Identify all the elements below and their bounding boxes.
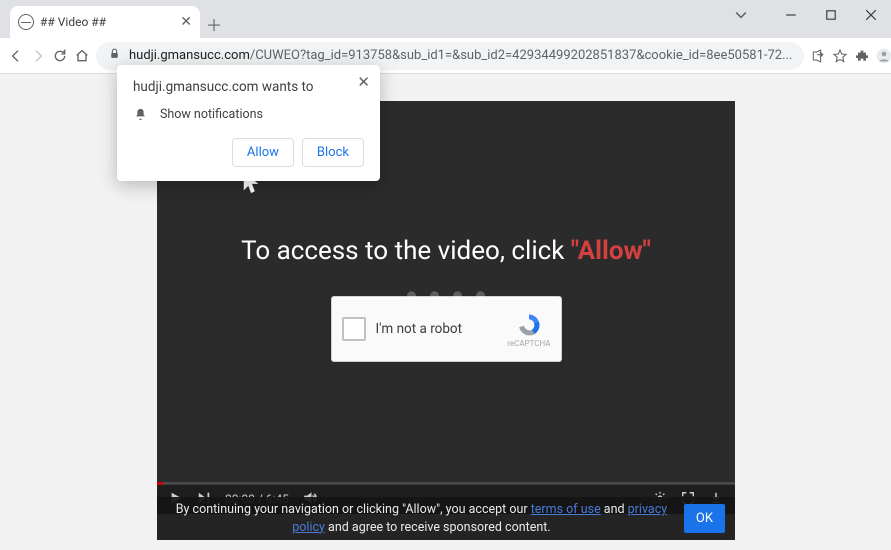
url-text: hudji.gmansucc.com/CUWEO?tag_id=913758&s…: [129, 48, 792, 63]
share-icon[interactable]: [810, 42, 826, 70]
back-button[interactable]: [8, 42, 24, 70]
browser-tab[interactable]: ## Video ## ✕: [10, 6, 200, 38]
allow-button[interactable]: Allow: [232, 138, 294, 167]
home-button[interactable]: [74, 42, 90, 70]
progress-bar[interactable]: [157, 482, 735, 485]
new-tab-button[interactable]: ＋: [200, 10, 228, 38]
video-headline: To access to the video, click "Allow": [241, 236, 651, 266]
terms-link[interactable]: terms of use: [531, 502, 601, 517]
tab-title: ## Video ##: [40, 15, 174, 29]
chevron-down-icon[interactable]: [721, 0, 761, 30]
lock-icon: [108, 47, 121, 64]
popup-close-icon[interactable]: ✕: [357, 73, 370, 91]
recaptcha-widget[interactable]: I'm not a robot reCAPTCHA: [331, 296, 562, 362]
window-close-button[interactable]: [851, 0, 891, 30]
tab-close-icon[interactable]: ✕: [180, 14, 192, 30]
permission-title: hudji.gmansucc.com wants to: [133, 79, 364, 95]
profile-avatar[interactable]: [876, 42, 891, 70]
recaptcha-badge: reCAPTCHA: [507, 311, 550, 348]
browser-titlebar: ## Video ## ✕ ＋: [0, 0, 891, 38]
window-maximize-button[interactable]: [811, 0, 851, 30]
forward-button[interactable]: [30, 42, 46, 70]
cookie-ok-button[interactable]: OK: [684, 504, 725, 533]
permission-row: Show notifications: [133, 107, 364, 122]
loading-dots: [407, 291, 485, 300]
globe-icon: [18, 14, 34, 30]
window-minimize-button[interactable]: [771, 0, 811, 30]
recaptcha-checkbox[interactable]: [342, 317, 366, 341]
notification-permission-popup: ✕ hudji.gmansucc.com wants to Show notif…: [117, 65, 380, 181]
reload-button[interactable]: [52, 42, 68, 70]
block-button[interactable]: Block: [302, 138, 364, 167]
bell-icon: [133, 107, 148, 122]
extensions-icon[interactable]: [854, 42, 870, 70]
cookie-consent-bar: By continuing your navigation or clickin…: [157, 497, 735, 540]
bookmark-star-icon[interactable]: [832, 42, 848, 70]
recaptcha-label: I'm not a robot: [376, 321, 508, 337]
cookie-text: By continuing your navigation or clickin…: [167, 501, 676, 536]
